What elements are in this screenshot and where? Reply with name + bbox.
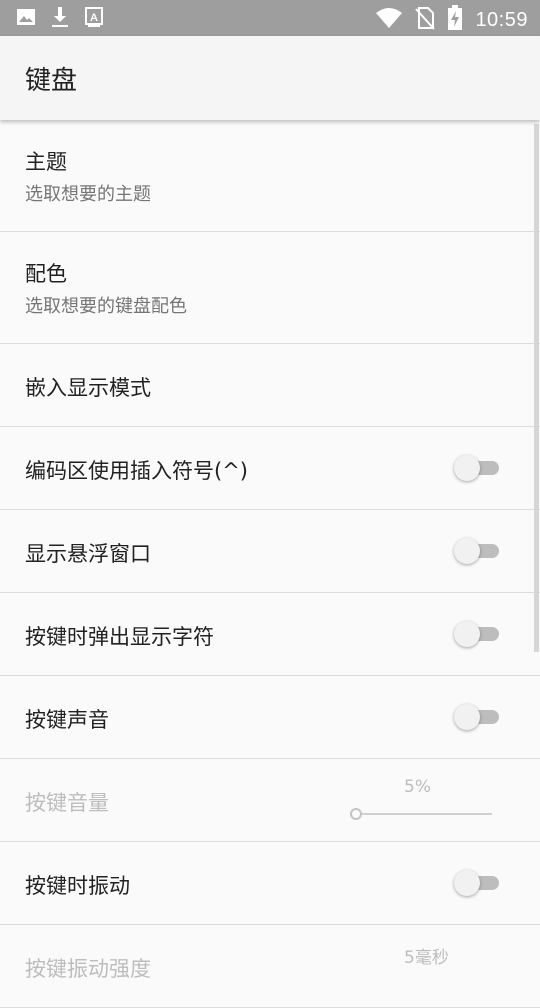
caret-toggle-switch[interactable] (454, 455, 500, 481)
download-icon (50, 6, 70, 32)
svg-text:A: A (90, 12, 98, 24)
scrollbar[interactable] (534, 124, 539, 652)
status-bar: A 10:59 (0, 0, 540, 36)
switch-thumb (454, 870, 480, 896)
slider-value: 5% (404, 777, 431, 797)
setting-title: 显示悬浮窗口 (25, 542, 151, 566)
battery-charging-icon (447, 5, 463, 35)
switch-thumb (454, 621, 480, 647)
key-popup-toggle-switch[interactable] (454, 621, 500, 647)
setting-key-vibrate[interactable]: 按键时振动 (0, 842, 540, 925)
setting-title: 嵌入显示模式 (25, 376, 151, 400)
wifi-icon (375, 6, 403, 34)
no-sim-icon (415, 6, 436, 34)
floating-window-toggle-switch[interactable] (454, 538, 500, 564)
setting-title: 主题 (25, 150, 67, 174)
volume-slider-track (356, 813, 492, 815)
text-a-icon: A (84, 6, 104, 32)
setting-title: 编码区使用插入符号(^) (25, 459, 248, 483)
setting-title: 按键振动强度 (25, 957, 151, 981)
setting-key-popup[interactable]: 按键时弹出显示字符 (0, 593, 540, 676)
setting-color-scheme[interactable]: 配色 选取想要的键盘配色 (0, 232, 540, 344)
setting-vibration-strength: 按键振动强度 5毫秒 (0, 925, 540, 1008)
setting-title: 按键时振动 (25, 874, 130, 898)
setting-floating-window[interactable]: 显示悬浮窗口 (0, 510, 540, 593)
switch-thumb (454, 455, 480, 481)
image-icon (16, 7, 36, 31)
setting-caret-in-composing[interactable]: 编码区使用插入符号(^) (0, 427, 540, 510)
switch-thumb (454, 538, 480, 564)
settings-list: 主题 选取想要的主题 配色 选取想要的键盘配色 嵌入显示模式 编码区使用插入符号… (0, 120, 540, 1008)
setting-title: 配色 (25, 262, 67, 286)
notification-icons: A (16, 6, 104, 32)
key-sound-toggle-switch[interactable] (454, 704, 500, 730)
slider-value: 5毫秒 (404, 948, 449, 968)
setting-key-sound[interactable]: 按键声音 (0, 676, 540, 759)
setting-title: 按键声音 (25, 708, 109, 732)
switch-thumb (454, 704, 480, 730)
setting-title: 按键音量 (25, 791, 109, 815)
clock: 10:59 (475, 8, 528, 31)
page-title: 键盘 (25, 66, 78, 96)
setting-title: 按键时弹出显示字符 (25, 625, 214, 649)
setting-theme[interactable]: 主题 选取想要的主题 (0, 120, 540, 232)
app-bar: 键盘 (0, 36, 540, 120)
system-icons: 10:59 (375, 5, 528, 35)
volume-slider-thumb (350, 808, 362, 820)
setting-embedded-display-mode[interactable]: 嵌入显示模式 (0, 344, 540, 427)
setting-summary: 选取想要的键盘配色 (25, 296, 187, 317)
vibrate-toggle-switch[interactable] (454, 870, 500, 896)
setting-key-volume: 按键音量 5% (0, 759, 540, 842)
setting-summary: 选取想要的主题 (25, 184, 151, 205)
